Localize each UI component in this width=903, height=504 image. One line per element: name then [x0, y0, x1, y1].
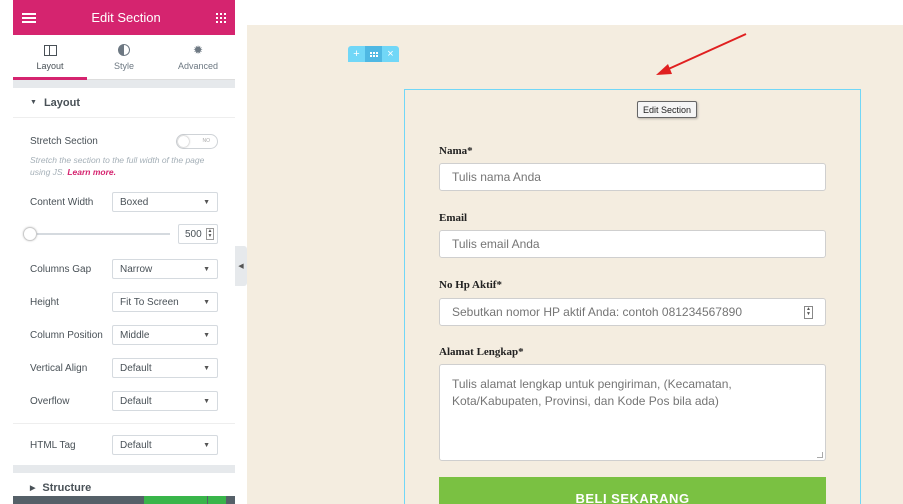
- layout-columns-icon: [43, 44, 57, 56]
- html-tag-label: HTML Tag: [30, 439, 76, 451]
- overflow-label: Overflow: [30, 395, 70, 407]
- add-section-button[interactable]: +: [348, 46, 365, 62]
- dropdown-arrow-icon: ▼: [203, 441, 210, 449]
- column-position-value: Middle: [120, 329, 150, 341]
- vertical-align-control: Vertical Align Default ▼: [13, 356, 235, 380]
- column-position-label: Column Position: [30, 329, 103, 341]
- divider: [13, 423, 235, 424]
- width-slider-control: 500 ▲ ▼: [13, 224, 235, 244]
- content-width-label: Content Width: [30, 196, 94, 208]
- name-placeholder: Tulis nama Anda: [452, 170, 541, 184]
- buy-now-button[interactable]: BELI SEKARANG: [439, 477, 826, 504]
- panel-collapse-button[interactable]: ◀: [235, 246, 247, 286]
- address-label: Alamat Lengkap*: [439, 346, 524, 358]
- width-number-input[interactable]: 500 ▲ ▼: [178, 224, 218, 244]
- dropdown-arrow-icon: ▼: [203, 198, 210, 206]
- html-tag-control: HTML Tag Default ▼: [13, 433, 235, 457]
- editor-panel: Edit Section Layout Style ✹ Advanced ▼ L…: [13, 0, 235, 504]
- half-circle-icon: [118, 44, 130, 56]
- tab-layout[interactable]: Layout: [13, 35, 87, 80]
- layout-section-header[interactable]: ▼ Layout: [13, 88, 235, 118]
- overflow-value: Default: [120, 395, 152, 407]
- edit-section-button[interactable]: [365, 46, 382, 62]
- columns-gap-label: Columns Gap: [30, 263, 92, 275]
- panel-footer: [13, 496, 235, 504]
- panel-title: Edit Section: [91, 10, 161, 25]
- address-placeholder: Tulis alamat lengkap untuk pengiriman, (…: [452, 377, 732, 408]
- caret-right-icon: ▶: [30, 485, 36, 492]
- update-options-button[interactable]: [208, 496, 226, 504]
- tab-style-label: Style: [113, 61, 134, 71]
- structure-section-title: Structure: [42, 482, 92, 494]
- layout-section-title: Layout: [43, 96, 80, 109]
- vertical-align-value: Default: [120, 362, 152, 374]
- close-icon: ×: [387, 48, 394, 60]
- column-position-select[interactable]: Middle ▼: [112, 325, 218, 345]
- panel-tabs: Layout Style ✹ Advanced: [13, 35, 235, 80]
- vertical-align-label: Vertical Align: [30, 362, 88, 374]
- plus-icon: +: [353, 48, 360, 60]
- gear-icon: ✹: [192, 43, 204, 57]
- html-tag-value: Default: [120, 439, 152, 451]
- learn-more-link[interactable]: Learn more.: [67, 167, 116, 177]
- address-textarea[interactable]: Tulis alamat lengkap untuk pengiriman, (…: [439, 364, 826, 461]
- columns-gap-control: Columns Gap Narrow ▼: [13, 257, 235, 281]
- dropdown-arrow-icon: ▼: [203, 397, 210, 405]
- email-placeholder: Tulis email Anda: [452, 237, 540, 251]
- html-tag-select[interactable]: Default ▼: [112, 435, 218, 455]
- layout-section: ▼ Layout Stretch Section NO Stretch the …: [13, 88, 235, 465]
- phone-placeholder: Sebutkan nomor HP aktif Anda: contoh 081…: [452, 305, 742, 319]
- vertical-align-select[interactable]: Default ▼: [112, 358, 218, 378]
- tab-advanced[interactable]: ✹ Advanced: [161, 35, 235, 79]
- phone-label: No Hp Aktif*: [439, 279, 502, 291]
- edit-section-tooltip: Edit Section: [637, 101, 698, 118]
- phone-input[interactable]: Sebutkan nomor HP aktif Anda: contoh 081…: [439, 298, 826, 326]
- resize-grip-icon[interactable]: [817, 452, 823, 458]
- drag-dots-icon: [369, 51, 378, 57]
- content-width-value: Boxed: [120, 196, 149, 208]
- tab-advanced-label: Advanced: [177, 61, 219, 71]
- panel-header: Edit Section: [13, 0, 235, 35]
- caret-down-icon: ▼: [30, 99, 37, 106]
- height-control: Height Fit To Screen ▼: [13, 290, 235, 314]
- height-label: Height: [30, 296, 59, 308]
- name-input[interactable]: Tulis nama Anda: [439, 163, 826, 191]
- dropdown-arrow-icon: ▼: [203, 265, 210, 273]
- overflow-select[interactable]: Default ▼: [112, 391, 218, 411]
- dropdown-arrow-icon: ▼: [203, 364, 210, 372]
- width-number-value: 500: [185, 228, 202, 240]
- height-select[interactable]: Fit To Screen ▼: [112, 292, 218, 312]
- delete-section-button[interactable]: ×: [382, 46, 399, 62]
- stretch-section-control: Stretch Section NO: [13, 118, 235, 156]
- width-slider-track[interactable]: [23, 227, 170, 241]
- content-width-control: Content Width Boxed ▼: [13, 190, 235, 214]
- tab-layout-label: Layout: [36, 61, 64, 71]
- stretch-description-text: Stretch the section to the full width of…: [30, 155, 205, 177]
- section-handle: + ×: [348, 46, 399, 62]
- content-width-select[interactable]: Boxed ▼: [112, 192, 218, 212]
- chevron-left-icon: ◀: [238, 263, 244, 270]
- widgets-grid-icon[interactable]: [216, 12, 226, 23]
- columns-gap-select[interactable]: Narrow ▼: [112, 259, 218, 279]
- email-input[interactable]: Tulis email Anda: [439, 230, 826, 258]
- toggle-text: NO: [202, 138, 211, 144]
- width-slider-handle[interactable]: [23, 227, 37, 241]
- toggle-knob: [178, 135, 189, 147]
- stretch-description: Stretch the section to the full width of…: [13, 154, 235, 178]
- spinner-arrows-icon[interactable]: ▲ ▼: [206, 228, 214, 240]
- update-button[interactable]: [144, 496, 207, 504]
- column-position-control: Column Position Middle ▼: [13, 323, 235, 347]
- name-label: Nama*: [439, 145, 473, 157]
- spinner-arrows-icon[interactable]: ▲ ▼: [804, 305, 813, 319]
- dropdown-arrow-icon: ▼: [203, 298, 210, 306]
- tab-style[interactable]: Style: [87, 35, 161, 79]
- stretch-section-toggle[interactable]: NO: [176, 133, 218, 149]
- columns-gap-value: Narrow: [120, 263, 153, 275]
- dropdown-arrow-icon: ▼: [203, 331, 210, 339]
- stretch-section-label: Stretch Section: [30, 135, 98, 147]
- overflow-control: Overflow Default ▼: [13, 389, 235, 413]
- hamburger-menu-icon[interactable]: [22, 12, 36, 23]
- email-label: Email: [439, 212, 468, 224]
- height-value: Fit To Screen: [120, 296, 179, 308]
